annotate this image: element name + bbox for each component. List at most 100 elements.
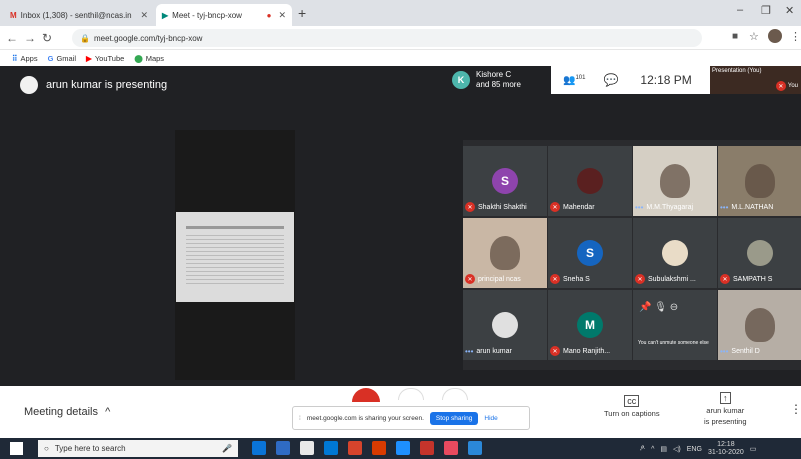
screen-share-notification: ⁞ meet.google.com is sharing your screen… <box>292 406 530 430</box>
unmute-tooltip: You can't unmute someone else <box>635 338 712 348</box>
google-icon: G <box>47 53 54 63</box>
participant-video <box>490 236 520 270</box>
bookmark-gmail[interactable]: G Gmail <box>48 54 76 63</box>
participant-tile[interactable]: ••• M.L.NATHAN <box>718 146 801 216</box>
app-icon[interactable] <box>396 441 410 455</box>
mail-icon[interactable] <box>324 441 338 455</box>
star-icon[interactable]: ☆ <box>749 30 759 43</box>
speaking-dots-icon: ••• <box>720 347 729 356</box>
app-icon[interactable] <box>444 441 458 455</box>
meeting-details-label: Meeting details <box>24 406 98 418</box>
lock-icon: 🔒 <box>80 33 90 43</box>
store-icon[interactable] <box>300 441 314 455</box>
participant-name: ✕ Mano Ranjith... <box>550 346 610 356</box>
participant-name: ✕ SAMPATH S <box>720 274 772 284</box>
system-tray: ዶ ^ ▤ ◁) ENG 12:18 31-10-2020 ▭ <box>640 441 756 457</box>
participant-tile[interactable]: ••• arun kumar <box>463 290 547 360</box>
participant-tile[interactable]: S ✕ Sneha S <box>548 218 632 288</box>
meeting-details-button[interactable]: Meeting details ^ <box>24 406 110 418</box>
language-indicator[interactable]: ENG <box>687 446 702 453</box>
mic-off-icon: ✕ <box>465 274 475 284</box>
participant-initial-avatar: S <box>492 168 518 194</box>
hide-button[interactable]: Hide <box>484 415 497 422</box>
participant-name-text: Mano Ranjith... <box>563 347 611 355</box>
participant-video <box>745 164 775 198</box>
chrome-icon[interactable] <box>348 441 362 455</box>
network-icon[interactable]: ▤ <box>660 445 667 453</box>
chevron-up-icon[interactable]: ^ <box>651 446 654 453</box>
participant-tile[interactable]: ✕ SAMPATH S <box>718 218 801 288</box>
captions-button[interactable]: cc Turn on captions <box>604 395 660 418</box>
close-tab-icon[interactable]: ✕ <box>140 10 148 21</box>
tile-hover-controls[interactable]: 📌 🎙 ⊖ <box>639 302 678 313</box>
participant-photo-avatar <box>492 312 518 338</box>
recording-dot-icon: ● <box>266 10 272 20</box>
stop-sharing-button[interactable]: Stop sharing <box>429 411 479 425</box>
windows-start-icon[interactable] <box>10 442 23 455</box>
minimize-button[interactable]: – <box>737 4 743 16</box>
restore-button[interactable]: ❐ <box>761 4 771 17</box>
participant-initial-avatar: S <box>577 240 603 266</box>
participant-name: ••• M.M.Thyagaraj <box>635 203 693 212</box>
volume-icon[interactable]: ◁) <box>673 445 681 453</box>
speaking-dots-icon: ••• <box>720 203 729 212</box>
mic-off-icon: ✕ <box>550 202 560 212</box>
participant-tile[interactable]: 📌 🎙 ⊖ You can't unmute someone else <box>633 290 717 360</box>
profile-avatar[interactable] <box>768 29 782 43</box>
edge-icon[interactable] <box>252 441 266 455</box>
speaking-dots-icon: ••• <box>465 347 474 356</box>
bookmark-youtube[interactable]: ▶ YouTube <box>86 54 124 63</box>
microphone-icon: 🎤 <box>222 444 232 453</box>
tab-meet[interactable]: ▶ Meet - tyj-bncp-xow ● ✕ <box>156 4 292 26</box>
close-window-button[interactable]: ✕ <box>785 4 794 17</box>
bookmark-maps[interactable]: ⬤ Maps <box>134 54 164 63</box>
participant-name: ✕ Shakthi Shakthi <box>465 202 527 212</box>
people-count: 101 <box>575 74 586 81</box>
pdf-icon[interactable] <box>420 441 434 455</box>
close-tab-icon[interactable]: ✕ <box>278 10 286 21</box>
participant-name-text: Senthil D <box>731 348 760 355</box>
new-tab-button[interactable]: + <box>298 5 306 21</box>
back-icon[interactable]: ← <box>6 31 18 45</box>
presenting-text: arun kumar is presenting <box>46 79 168 91</box>
presenter-avatar <box>20 76 38 94</box>
participant-tile[interactable]: S ✕ Shakthi Shakthi <box>463 146 547 216</box>
tab-title: Meet - tyj-bncp-xow <box>172 10 242 20</box>
url-bar[interactable]: 🔒 meet.google.com/tyj-bncp-xow <box>72 29 702 47</box>
file-explorer-icon[interactable] <box>276 441 290 455</box>
present-button[interactable]: ↑ arun kumar is presenting <box>704 392 747 426</box>
participant-tile[interactable]: ✕ principal ncas <box>463 218 547 288</box>
people-tray-icon[interactable]: ዶ <box>640 445 645 453</box>
participant-tile[interactable]: M ✕ Mano Ranjith... <box>548 290 632 360</box>
mic-off-icon: ✕ <box>550 274 560 284</box>
people-button[interactable]: 👥 101 <box>563 75 585 86</box>
reload-icon[interactable]: ↻ <box>42 31 52 45</box>
forward-icon[interactable]: → <box>24 31 36 45</box>
participant-name-text: M.L.NATHAN <box>731 204 774 211</box>
participant-tile[interactable]: ✕ Mahendar <box>548 146 632 216</box>
participant-name: ••• Senthil D <box>720 347 760 356</box>
app-icon[interactable] <box>468 441 482 455</box>
tab-gmail[interactable]: M Inbox (1,308) - senthil@ncas.in ✕ <box>4 4 154 26</box>
participant-name: ••• M.L.NATHAN <box>720 203 773 212</box>
powerpoint-icon[interactable] <box>372 441 386 455</box>
participant-tile[interactable]: ••• M.M.Thyagaraj <box>633 146 717 216</box>
meet-icon: ▶ <box>162 10 169 20</box>
participant-tile[interactable]: ••• Senthil D <box>718 290 801 360</box>
participant-photo-avatar <box>662 240 688 266</box>
participant-tile[interactable]: ✕ Subulakshmi ... <box>633 218 717 288</box>
clock[interactable]: 12:18 31-10-2020 <box>708 441 744 457</box>
notification-icon[interactable]: ▭ <box>750 445 757 453</box>
chat-icon[interactable]: 💬 <box>603 73 618 87</box>
participant-video <box>745 308 775 342</box>
participant-video <box>660 164 690 198</box>
bookmark-apps[interactable]: ⠿ Apps <box>12 54 38 63</box>
camera-icon[interactable]: ■ <box>732 31 738 42</box>
bookmarks-bar: ⠿ Apps G Gmail ▶ YouTube ⬤ Maps <box>0 50 801 66</box>
menu-icon[interactable]: ⋮ <box>790 30 801 43</box>
more-options-icon[interactable]: ⋮ <box>790 402 801 416</box>
self-presentation-tile[interactable]: Presentation (You) ✕ You <box>710 66 801 94</box>
tab-title: Inbox (1,308) - senthil@ncas.in <box>20 10 132 20</box>
taskbar-search[interactable]: ○ Type here to search 🎤 <box>38 440 238 457</box>
participants-summary[interactable]: K Kishore Cand 85 more <box>452 70 521 90</box>
